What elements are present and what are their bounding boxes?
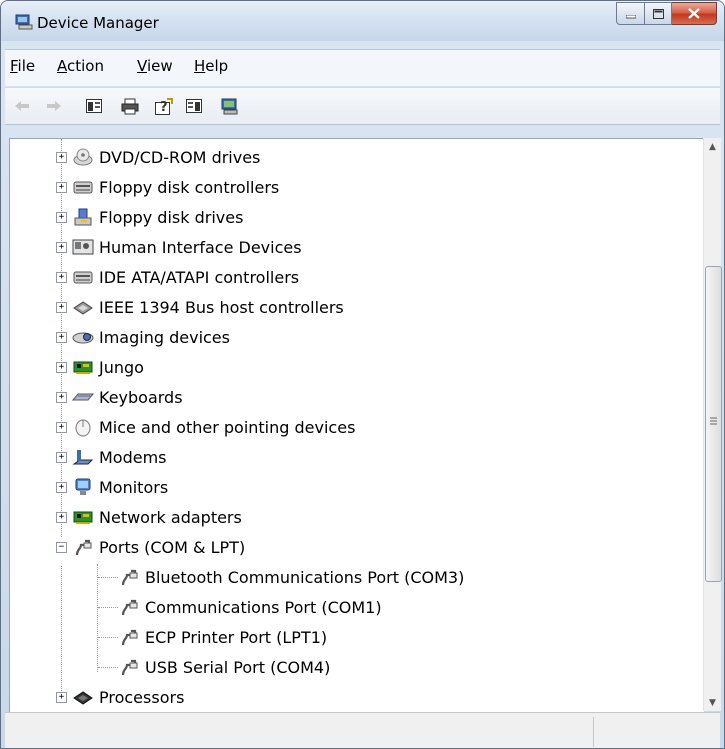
hid-icon — [72, 237, 94, 257]
expand-icon[interactable]: + — [56, 332, 67, 343]
board-icon — [72, 507, 94, 527]
port-icon — [118, 657, 140, 677]
minimize-icon — [625, 5, 636, 23]
firewire-icon — [72, 297, 94, 317]
tree-item-usb-serial-port[interactable]: USB Serial Port (COM4) — [118, 652, 330, 682]
keyboard-icon — [72, 387, 94, 407]
board-icon — [72, 357, 94, 377]
maximize-button[interactable] — [645, 2, 672, 25]
tree-item-floppy-disk-drives[interactable]: + Floppy disk drives — [56, 202, 243, 232]
tree-item-monitors[interactable]: + Monitors — [56, 472, 168, 502]
collapse-icon[interactable]: − — [56, 542, 67, 553]
maximize-icon — [652, 5, 664, 23]
floppy-icon — [72, 207, 94, 227]
tree-item-bluetooth-communications-port[interactable]: Bluetooth Communications Port (COM3) — [118, 562, 464, 592]
expand-icon[interactable]: + — [56, 452, 67, 463]
close-button[interactable] — [672, 2, 717, 25]
mouse-icon — [72, 417, 94, 437]
tree-connector — [98, 637, 118, 638]
processor-icon — [72, 687, 94, 707]
status-divider — [593, 717, 594, 747]
expand-icon[interactable]: + — [56, 272, 67, 283]
scroll-up-button[interactable]: ▲ — [704, 138, 721, 155]
port-icon — [72, 537, 94, 557]
port-icon — [118, 627, 140, 647]
menu-action[interactable]: Action — [57, 57, 104, 75]
tree-item-floppy-disk-controllers[interactable]: + Floppy disk controllers — [56, 172, 279, 202]
caption-buttons — [616, 2, 717, 25]
show-hide-console-tree-icon[interactable] — [85, 97, 103, 115]
tree-item-ieee-1394-bus-host-controllers[interactable]: + IEEE 1394 Bus host controllers — [56, 292, 344, 322]
tree-item-dvd-cd-rom-drives[interactable]: + DVD/CD-ROM drives — [56, 142, 260, 172]
tree-item-imaging-devices[interactable]: + Imaging devices — [56, 322, 230, 352]
tree-item-mice-and-other-pointing-devices[interactable]: + Mice and other pointing devices — [56, 412, 355, 442]
expand-icon[interactable]: + — [56, 212, 67, 223]
expand-icon[interactable]: + — [56, 242, 67, 253]
expand-icon[interactable]: + — [56, 152, 67, 163]
menu-file[interactable]: File — [10, 57, 35, 75]
tree-item-processors[interactable]: + Processors — [56, 682, 184, 712]
tree-connector — [98, 577, 118, 578]
device-tree[interactable]: + DVD/CD-ROM drives + Floppy disk contro… — [9, 138, 704, 712]
tree-item-ecp-printer-port[interactable]: ECP Printer Port (LPT1) — [118, 622, 327, 652]
scroll-up-arrow-icon: ▲ — [709, 141, 716, 152]
expand-icon[interactable]: + — [56, 692, 67, 703]
menu-view[interactable]: View — [137, 57, 173, 75]
expand-icon[interactable]: + — [56, 182, 67, 193]
vertical-scrollbar[interactable]: ▲ ▼ — [703, 138, 722, 711]
tree-connector — [61, 566, 62, 697]
show-action-pane-icon[interactable] — [185, 97, 203, 115]
window-title: Device Manager — [37, 14, 159, 32]
tree-connector — [97, 564, 98, 672]
scan-hardware-icon[interactable] — [221, 97, 239, 115]
tree-item-modems[interactable]: + Modems — [56, 442, 167, 472]
device-manager-window: Device Manager File Action View Help ? +… — [0, 0, 725, 749]
tree-item-jungo[interactable]: + Jungo — [56, 352, 144, 382]
tree-item-network-adapters[interactable]: + Network adapters — [56, 502, 242, 532]
expand-icon[interactable]: + — [56, 362, 67, 373]
tree-connector — [98, 667, 118, 668]
menu-bar — [5, 49, 720, 86]
tree-connector — [98, 607, 118, 608]
controller-icon — [72, 267, 94, 287]
print-icon[interactable] — [121, 97, 139, 115]
title-bar[interactable]: Device Manager — [1, 1, 724, 41]
port-icon — [118, 597, 140, 617]
expand-icon[interactable]: + — [56, 422, 67, 433]
monitor-icon — [72, 477, 94, 497]
back-arrow-icon[interactable] — [13, 97, 31, 115]
scrollbar-grip-icon — [710, 417, 717, 426]
menu-help[interactable]: Help — [194, 57, 228, 75]
toolbar: ? — [5, 87, 720, 125]
camera-icon — [72, 327, 94, 347]
expand-icon[interactable]: + — [56, 392, 67, 403]
svg-text:?: ? — [160, 100, 168, 115]
tree-item-ports-com-lpt[interactable]: − Ports (COM & LPT) — [56, 532, 245, 562]
tree-item-human-interface-devices[interactable]: + Human Interface Devices — [56, 232, 302, 262]
help-icon[interactable]: ? — [155, 97, 173, 115]
tree-item-ide-ata-atapi-controllers[interactable]: + IDE ATA/ATAPI controllers — [56, 262, 299, 292]
scroll-down-arrow-icon: ▼ — [709, 697, 716, 708]
device-manager-app-icon — [15, 14, 33, 30]
expand-icon[interactable]: + — [56, 482, 67, 493]
modem-icon — [72, 447, 94, 467]
minimize-button[interactable] — [616, 2, 645, 25]
port-icon — [118, 567, 140, 587]
scrollbar-thumb[interactable] — [705, 266, 722, 582]
expand-icon[interactable]: + — [56, 302, 67, 313]
expand-icon[interactable]: + — [56, 512, 67, 523]
close-icon — [688, 5, 700, 23]
status-bar — [5, 712, 720, 748]
controller-icon — [72, 177, 94, 197]
forward-arrow-icon[interactable] — [45, 97, 63, 115]
scroll-down-button[interactable]: ▼ — [704, 694, 721, 711]
tree-item-keyboards[interactable]: + Keyboards — [56, 382, 183, 412]
dvd-icon — [72, 147, 94, 167]
tree-item-communications-port-com1[interactable]: Communications Port (COM1) — [118, 592, 382, 622]
